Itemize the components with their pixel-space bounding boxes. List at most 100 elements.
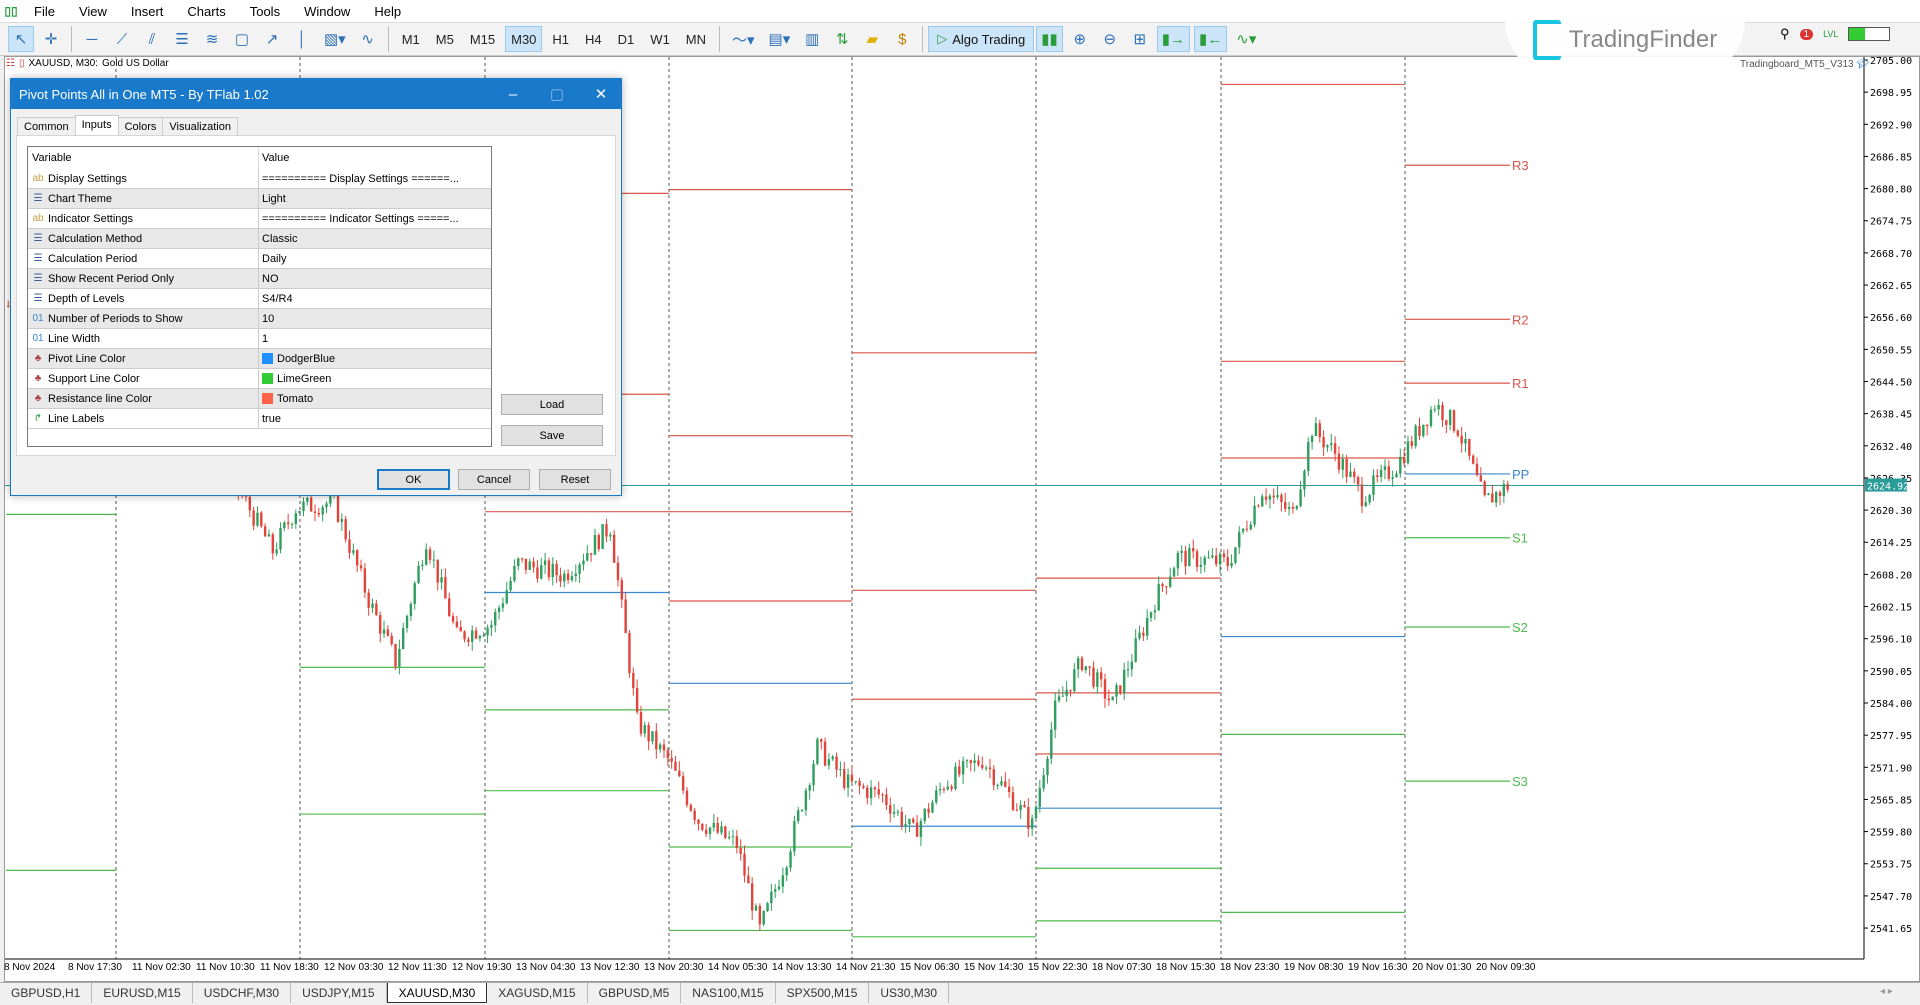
value-text: ========== Display Settings ======... bbox=[262, 173, 459, 185]
bullish-candle bbox=[352, 550, 354, 553]
bearish-candle bbox=[701, 824, 703, 830]
bearish-candle bbox=[1012, 792, 1014, 810]
bearish-candle bbox=[901, 812, 903, 826]
bearish-candle bbox=[1081, 658, 1083, 670]
price-tick-label: 2553.75 bbox=[1870, 860, 1912, 871]
inputs-table: Variable Value abDisplay Settings=======… bbox=[27, 146, 492, 447]
value-cell[interactable]: Light bbox=[259, 189, 491, 208]
table-row[interactable]: ☰Calculation MethodClassic bbox=[28, 229, 491, 249]
bearish-candle bbox=[1361, 484, 1363, 506]
bullish-candle bbox=[256, 513, 258, 526]
value-cell[interactable]: Classic bbox=[259, 229, 491, 248]
save-button[interactable]: Save bbox=[501, 425, 603, 446]
indicator-label: Tradingboard_MT5_V313 🎓︎ bbox=[1740, 59, 1869, 70]
enum-type-icon: ☰ bbox=[32, 293, 44, 304]
bearish-candle bbox=[989, 768, 991, 770]
ok-button[interactable]: OK bbox=[377, 469, 450, 490]
bearish-candle bbox=[970, 760, 972, 763]
variable-cell: 01Number of Periods to Show bbox=[28, 309, 259, 328]
bearish-candle bbox=[1192, 548, 1194, 551]
dialog-titlebar[interactable]: Pivot Points All in One MT5 - By TFlab 1… bbox=[11, 79, 621, 109]
chart-list-icon[interactable]: ☷ bbox=[6, 58, 15, 69]
value-cell[interactable]: 1 bbox=[259, 329, 491, 348]
variable-name: Calculation Period bbox=[48, 253, 137, 265]
time-tick-label: 15 Nov 14:30 bbox=[964, 962, 1024, 973]
bullish-candle bbox=[414, 583, 416, 604]
value-cell[interactable]: Tomato bbox=[259, 389, 491, 408]
table-row[interactable]: ☰Calculation PeriodDaily bbox=[28, 249, 491, 269]
bullish-candle bbox=[509, 581, 511, 590]
variable-cell: ☰Show Recent Period Only bbox=[28, 269, 259, 288]
logo-mark-icon bbox=[1533, 20, 1561, 60]
time-tick-label: 18 Nov 15:30 bbox=[1156, 962, 1216, 973]
bearish-candle bbox=[697, 820, 699, 824]
bullish-candle bbox=[1054, 701, 1056, 730]
bullish-candle bbox=[594, 535, 596, 555]
bearish-candle bbox=[1108, 699, 1110, 701]
enum-type-icon: ☰ bbox=[32, 193, 44, 204]
value-text: Daily bbox=[262, 253, 286, 265]
value-cell[interactable]: ========== Display Settings ======... bbox=[259, 169, 491, 188]
search-icon[interactable]: ⚲ bbox=[1780, 26, 1790, 42]
minimize-icon[interactable]: – bbox=[491, 79, 535, 109]
bullish-candle bbox=[1207, 557, 1209, 558]
time-tick-label: 14 Nov 21:30 bbox=[836, 962, 896, 973]
table-row[interactable]: ♣Resistance line ColorTomato bbox=[28, 389, 491, 409]
time-tick-label: 11 Nov 18:30 bbox=[260, 962, 319, 973]
bearish-candle bbox=[521, 558, 523, 559]
status-icons: ⚲ 1 LVL bbox=[1780, 26, 1890, 42]
bullish-candle bbox=[1365, 502, 1367, 506]
load-button[interactable]: Load bbox=[501, 394, 603, 415]
lvl-icon[interactable]: LVL bbox=[1823, 29, 1838, 39]
table-row[interactable]: 01Line Width1 bbox=[28, 329, 491, 349]
table-row[interactable]: abIndicator Settings========== Indicator… bbox=[28, 209, 491, 229]
bearish-candle bbox=[1319, 423, 1321, 437]
value-cell[interactable]: NO bbox=[259, 269, 491, 288]
price-tick-label: 2632.40 bbox=[1870, 442, 1912, 453]
table-row[interactable]: abDisplay Settings========== Display Set… bbox=[28, 169, 491, 189]
table-row[interactable]: ☰Show Recent Period OnlyNO bbox=[28, 269, 491, 289]
level-label: R1 bbox=[1512, 376, 1529, 391]
bullish-candle bbox=[1031, 818, 1033, 828]
bullish-candle bbox=[651, 731, 653, 741]
bullish-candle bbox=[947, 786, 949, 789]
bullish-candle bbox=[601, 524, 603, 549]
level-label: S3 bbox=[1512, 774, 1528, 789]
value-cell[interactable]: 10 bbox=[259, 309, 491, 328]
bearish-candle bbox=[264, 526, 266, 536]
value-cell[interactable]: S4/R4 bbox=[259, 289, 491, 308]
notification-icon[interactable]: 1 bbox=[1800, 29, 1814, 40]
bearish-candle bbox=[1441, 405, 1443, 420]
bearish-candle bbox=[1357, 477, 1359, 484]
bearish-candle bbox=[716, 823, 718, 833]
bullish-candle bbox=[1238, 532, 1240, 548]
value-cell[interactable]: DodgerBlue bbox=[259, 349, 491, 368]
value-cell[interactable]: true bbox=[259, 409, 491, 428]
dialog-title: Pivot Points All in One MT5 - By TFlab 1… bbox=[19, 87, 269, 102]
bullish-candle bbox=[816, 739, 818, 764]
cancel-button[interactable]: Cancel bbox=[458, 469, 530, 490]
inputs-panel: Variable Value abDisplay Settings=======… bbox=[16, 135, 616, 456]
bullish-candle bbox=[797, 810, 799, 821]
value-cell[interactable]: LimeGreen bbox=[259, 369, 491, 388]
bullish-candle bbox=[1131, 662, 1133, 670]
bearish-candle bbox=[1338, 454, 1340, 470]
bullish-candle bbox=[644, 725, 646, 734]
table-row[interactable]: ♣Support Line ColorLimeGreen bbox=[28, 369, 491, 389]
table-row[interactable]: ☰Chart ThemeLight bbox=[28, 189, 491, 209]
table-row[interactable]: 01Number of Periods to Show10 bbox=[28, 309, 491, 329]
bullish-candle bbox=[371, 603, 373, 607]
chart-description: Gold US Dollar bbox=[102, 58, 169, 69]
value-cell[interactable]: ========== Indicator Settings =====... bbox=[259, 209, 491, 228]
table-row[interactable]: ♣Pivot Line ColorDodgerBlue bbox=[28, 349, 491, 369]
reset-button[interactable]: Reset bbox=[539, 469, 611, 490]
table-row[interactable]: ☰Depth of LevelsS4/R4 bbox=[28, 289, 491, 309]
current-price-label: 2624.92 bbox=[1867, 482, 1909, 493]
color-type-icon: ♣ bbox=[32, 353, 44, 364]
table-row[interactable]: ↱Line Labelstrue bbox=[28, 409, 491, 429]
tab-inputs[interactable]: Inputs bbox=[75, 115, 119, 136]
close-icon[interactable]: ✕ bbox=[579, 79, 623, 109]
level-label: S2 bbox=[1512, 620, 1528, 635]
indicator-name: Tradingboard_MT5_V313 bbox=[1740, 59, 1854, 70]
value-cell[interactable]: Daily bbox=[259, 249, 491, 268]
